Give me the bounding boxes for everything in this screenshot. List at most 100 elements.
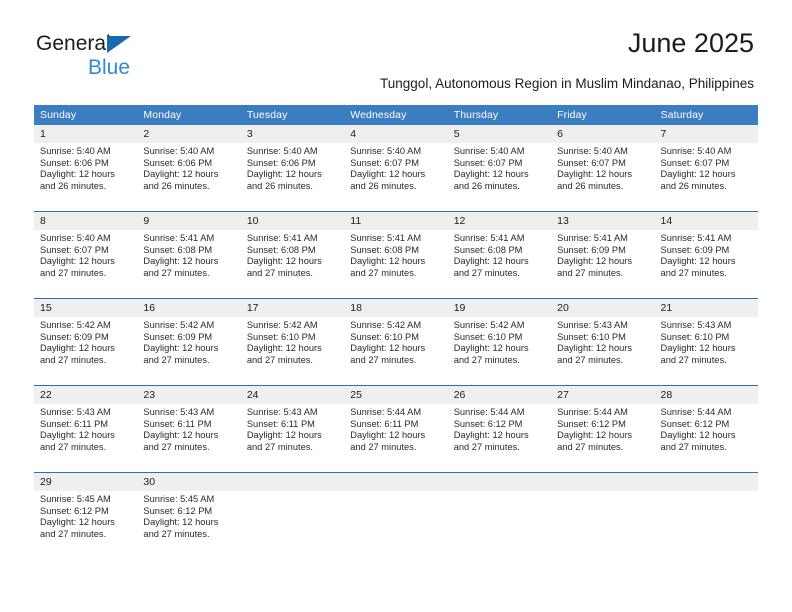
- weekday-header-monday: Monday: [137, 105, 241, 125]
- calendar-day-cell[interactable]: 8 Sunrise: 5:40 AM Sunset: 6:07 PM Daylight…: [34, 211, 138, 299]
- calendar-day-cell[interactable]: 14 Sunrise: 5:41 AM Sunset: 6:09 PM Dayligh…: [654, 211, 758, 299]
- daylight-text: Daylight: 12 hours and 27 minutes.: [246, 430, 322, 452]
- calendar-day-cell[interactable]: [447, 472, 552, 559]
- calendar-day-cell[interactable]: [654, 472, 758, 559]
- calendar-day-cell[interactable]: 28 Sunrise: 5:44 AM Sunset: 6:12 PM Dayligh…: [654, 385, 758, 473]
- sunset-text: Sunset: 6:08 PM: [246, 244, 316, 255]
- calendar-day-cell[interactable]: 9 Sunrise: 5:41 AM Sunset: 6:08 PM Daylight…: [137, 211, 241, 299]
- sunrise-text: Sunrise: 5:40 AM: [143, 146, 215, 156]
- calendar-day-cell[interactable]: [240, 472, 345, 559]
- day-details: Sunrise: 5:40 AM Sunset: 6:07 PM Daylight:…: [551, 143, 654, 192]
- calendar-day-cell[interactable]: 24 Sunrise: 5:43 AM Sunset: 6:11 PM Dayligh…: [240, 385, 345, 473]
- day-number: 15: [34, 299, 138, 317]
- day-details: Sunrise: 5:41 AM Sunset: 6:08 PM Daylight:…: [137, 230, 240, 279]
- calendar-day-cell[interactable]: 29 Sunrise: 5:45 AM Sunset: 6:12 PM Dayligh…: [34, 472, 138, 559]
- calendar-day-cell[interactable]: [551, 472, 655, 559]
- day-number: 13: [551, 212, 655, 230]
- day-number: 14: [654, 212, 758, 230]
- day-number: 12: [447, 212, 552, 230]
- day-number: 18: [344, 299, 448, 317]
- sunrise-text: Sunrise: 5:44 AM: [453, 407, 525, 417]
- day-number: 2: [137, 125, 241, 143]
- day-number: [447, 473, 552, 491]
- general-blue-logo: General Blue: [36, 33, 131, 78]
- sunrise-text: Sunrise: 5:42 AM: [143, 320, 215, 330]
- day-details: [241, 491, 344, 494]
- day-details: Sunrise: 5:41 AM Sunset: 6:09 PM Daylight:…: [655, 230, 758, 279]
- sunrise-text: Sunrise: 5:41 AM: [143, 233, 215, 243]
- calendar-day-cell[interactable]: 18 Sunrise: 5:42 AM Sunset: 6:10 PM Dayligh…: [344, 298, 448, 386]
- calendar-day-cell[interactable]: 16 Sunrise: 5:42 AM Sunset: 6:09 PM Dayligh…: [137, 298, 241, 386]
- daylight-text: Daylight: 12 hours and 27 minutes.: [40, 430, 115, 452]
- sunrise-text: Sunrise: 5:40 AM: [350, 146, 422, 156]
- sunset-text: Sunset: 6:09 PM: [660, 244, 730, 255]
- calendar-day-cell[interactable]: 1 Sunrise: 5:40 AM Sunset: 6:06 PM Daylight…: [34, 125, 138, 212]
- calendar-day-cell[interactable]: 13 Sunrise: 5:41 AM Sunset: 6:09 PM Dayligh…: [551, 211, 655, 299]
- daylight-text: Daylight: 12 hours and 27 minutes.: [453, 343, 529, 365]
- day-details: Sunrise: 5:42 AM Sunset: 6:10 PM Daylight:…: [241, 317, 344, 366]
- page-title: June 2025: [627, 28, 754, 58]
- sunset-text: Sunset: 6:09 PM: [143, 331, 213, 342]
- day-number: [551, 473, 655, 491]
- day-cell-inner: 15 Sunrise: 5:42 AM Sunset: 6:09 PM Dayligh…: [34, 299, 138, 385]
- day-number: 22: [34, 386, 138, 404]
- calendar-day-cell[interactable]: 4 Sunrise: 5:40 AM Sunset: 6:07 PM Daylight…: [344, 125, 448, 212]
- day-details: Sunrise: 5:43 AM Sunset: 6:10 PM Daylight:…: [551, 317, 654, 366]
- calendar-day-cell[interactable]: 7 Sunrise: 5:40 AM Sunset: 6:07 PM Daylight…: [654, 125, 758, 212]
- daylight-text: Daylight: 12 hours and 27 minutes.: [143, 256, 219, 278]
- calendar-day-cell[interactable]: 10 Sunrise: 5:41 AM Sunset: 6:08 PM Dayligh…: [240, 211, 345, 299]
- day-cell-inner: 7 Sunrise: 5:40 AM Sunset: 6:07 PM Daylight…: [654, 125, 758, 211]
- calendar-day-cell[interactable]: 15 Sunrise: 5:42 AM Sunset: 6:09 PM Dayligh…: [34, 298, 138, 386]
- sunset-text: Sunset: 6:12 PM: [143, 505, 213, 516]
- day-details: Sunrise: 5:45 AM Sunset: 6:12 PM Daylight:…: [34, 491, 137, 540]
- calendar-day-cell[interactable]: 23 Sunrise: 5:43 AM Sunset: 6:11 PM Dayligh…: [137, 385, 241, 473]
- day-cell-inner: 10 Sunrise: 5:41 AM Sunset: 6:08 PM Dayligh…: [240, 212, 345, 298]
- sunset-text: Sunset: 6:11 PM: [246, 418, 315, 429]
- sunrise-text: Sunrise: 5:44 AM: [350, 407, 422, 417]
- daylight-text: Daylight: 12 hours and 27 minutes.: [143, 517, 219, 539]
- calendar-day-cell[interactable]: 6 Sunrise: 5:40 AM Sunset: 6:07 PM Daylight…: [551, 125, 655, 212]
- daylight-text: Daylight: 12 hours and 27 minutes.: [557, 256, 633, 278]
- sunset-text: Sunset: 6:10 PM: [453, 331, 523, 342]
- sunrise-text: Sunrise: 5:44 AM: [660, 407, 732, 417]
- day-number: 9: [137, 212, 241, 230]
- calendar-day-cell[interactable]: 27 Sunrise: 5:44 AM Sunset: 6:12 PM Dayligh…: [551, 385, 655, 473]
- logo-line-1: General: [36, 33, 131, 56]
- calendar-day-cell[interactable]: [344, 472, 448, 559]
- daylight-text: Daylight: 12 hours and 27 minutes.: [246, 343, 322, 365]
- calendar-day-cell[interactable]: 2 Sunrise: 5:40 AM Sunset: 6:06 PM Daylight…: [137, 125, 241, 212]
- sunrise-text: Sunrise: 5:43 AM: [40, 407, 111, 417]
- calendar-day-cell[interactable]: 3 Sunrise: 5:40 AM Sunset: 6:06 PM Daylight…: [240, 125, 345, 212]
- calendar-day-cell[interactable]: 12 Sunrise: 5:41 AM Sunset: 6:08 PM Dayligh…: [447, 211, 552, 299]
- day-number: 21: [654, 299, 758, 317]
- calendar-day-cell[interactable]: 5 Sunrise: 5:40 AM Sunset: 6:07 PM Daylight…: [447, 125, 552, 212]
- day-details: Sunrise: 5:43 AM Sunset: 6:11 PM Daylight:…: [137, 404, 240, 453]
- weekday-header-wednesday: Wednesday: [344, 105, 448, 125]
- day-number: 25: [344, 386, 448, 404]
- sunset-text: Sunset: 6:12 PM: [40, 505, 109, 516]
- calendar-week-row: 15 Sunrise: 5:42 AM Sunset: 6:09 PM Dayligh…: [34, 298, 758, 386]
- calendar-day-cell[interactable]: 30 Sunrise: 5:45 AM Sunset: 6:12 PM Dayligh…: [137, 472, 241, 559]
- sunrise-text: Sunrise: 5:43 AM: [660, 320, 732, 330]
- calendar-day-cell[interactable]: 19 Sunrise: 5:42 AM Sunset: 6:10 PM Dayligh…: [447, 298, 552, 386]
- sunrise-text: Sunrise: 5:41 AM: [557, 233, 628, 243]
- day-number: 6: [551, 125, 655, 143]
- sunrise-text: Sunrise: 5:40 AM: [40, 233, 111, 243]
- calendar-day-cell[interactable]: 22 Sunrise: 5:43 AM Sunset: 6:11 PM Dayligh…: [34, 385, 138, 473]
- day-details: [655, 491, 758, 494]
- day-number: 10: [240, 212, 345, 230]
- day-cell-inner: 4 Sunrise: 5:40 AM Sunset: 6:07 PM Daylight…: [344, 125, 448, 211]
- sunrise-text: Sunrise: 5:43 AM: [557, 320, 628, 330]
- calendar-day-cell[interactable]: 21 Sunrise: 5:43 AM Sunset: 6:10 PM Dayligh…: [654, 298, 758, 386]
- calendar-day-cell[interactable]: 17 Sunrise: 5:42 AM Sunset: 6:10 PM Dayligh…: [240, 298, 345, 386]
- calendar-day-cell[interactable]: 25 Sunrise: 5:44 AM Sunset: 6:11 PM Dayligh…: [344, 385, 448, 473]
- calendar-day-cell[interactable]: 11 Sunrise: 5:41 AM Sunset: 6:08 PM Dayligh…: [344, 211, 448, 299]
- day-number: 17: [240, 299, 345, 317]
- day-details: Sunrise: 5:43 AM Sunset: 6:11 PM Daylight:…: [241, 404, 344, 453]
- calendar-day-cell[interactable]: 20 Sunrise: 5:43 AM Sunset: 6:10 PM Dayligh…: [551, 298, 655, 386]
- calendar-day-cell[interactable]: 26 Sunrise: 5:44 AM Sunset: 6:12 PM Dayligh…: [447, 385, 552, 473]
- day-number: 4: [344, 125, 448, 143]
- sunrise-text: Sunrise: 5:44 AM: [557, 407, 628, 417]
- sunset-text: Sunset: 6:08 PM: [350, 244, 419, 255]
- day-cell-inner: 3 Sunrise: 5:40 AM Sunset: 6:06 PM Daylight…: [240, 125, 345, 211]
